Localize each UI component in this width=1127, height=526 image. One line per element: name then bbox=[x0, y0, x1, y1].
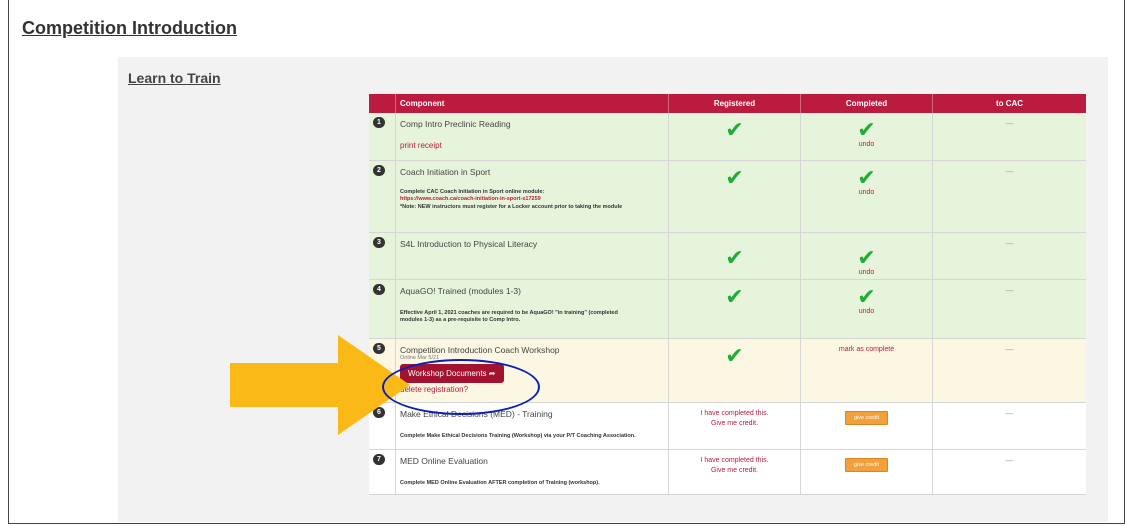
checkmark-icon: ✔ bbox=[725, 283, 744, 309]
table-row: 1 Comp Intro Preclinic Reading print rec… bbox=[369, 113, 1086, 161]
table-row: 4 AquaGO! Trained (modules 1-3) Effectiv… bbox=[369, 279, 1086, 339]
checkmark-icon: ✔ bbox=[725, 164, 744, 190]
note-url-link[interactable]: https://www.coach.ca/coach-initiation-in… bbox=[400, 196, 668, 204]
request-credit-link[interactable]: I have completed this. Give me credit. bbox=[669, 409, 800, 429]
component-title: Coach Initiation in Sport bbox=[400, 166, 491, 177]
mark-as-complete-link[interactable]: mark as complete bbox=[801, 345, 932, 355]
request-credit-line: I have completed this. bbox=[700, 409, 769, 417]
checkmark-icon: ✔ bbox=[725, 117, 744, 142]
table-row: 7 MED Online Evaluation Complete MED Onl… bbox=[369, 449, 1086, 495]
checkmark-icon: ✔ bbox=[857, 164, 876, 190]
undo-link[interactable]: undo bbox=[801, 141, 932, 148]
component-note: Effective April 1, 2021 coaches are requ… bbox=[400, 310, 668, 326]
to-cac-value: — bbox=[1005, 119, 1014, 128]
undo-link[interactable]: undo bbox=[801, 308, 932, 315]
components-table: Component Registered Completed to CAC 1 … bbox=[369, 94, 1086, 495]
header-component: Component bbox=[395, 94, 669, 113]
table-row: 3 S4L Introduction to Physical Literacy … bbox=[369, 232, 1086, 280]
to-cac-value: — bbox=[1005, 455, 1014, 465]
table-row: 2 Coach Initiation in Sport Complete CAC… bbox=[369, 160, 1086, 233]
request-credit-link[interactable]: I have completed this. Give me credit. bbox=[669, 456, 800, 476]
undo-link[interactable]: undo bbox=[801, 189, 932, 196]
to-cac-value: — bbox=[1005, 408, 1014, 418]
request-credit-line: Give me credit. bbox=[710, 419, 759, 427]
note-line: modules 1-3) as a pre-requisite to Comp … bbox=[400, 317, 521, 324]
page-title: Competition Introduction bbox=[22, 18, 237, 38]
header-registered: Registered bbox=[668, 94, 801, 113]
request-credit-line: I have completed this. bbox=[700, 456, 769, 464]
checkmark-icon: ✔ bbox=[857, 117, 876, 142]
highlight-circle bbox=[382, 359, 540, 415]
component-title: AquaGO! Trained (modules 1-3) bbox=[400, 285, 521, 296]
note-line: *Note: NEW instructors must register for… bbox=[400, 204, 623, 211]
component-note: Complete Make Ethical Decisions Training… bbox=[400, 432, 636, 439]
to-cac-value: — bbox=[1005, 344, 1014, 354]
to-cac-value: — bbox=[1005, 238, 1014, 248]
print-receipt-link[interactable]: print receipt bbox=[400, 141, 668, 150]
component-title: Competition Introduction Coach Workshop bbox=[400, 344, 560, 355]
note-line: Effective April 1, 2021 coaches are requ… bbox=[400, 309, 618, 316]
table-header: Component Registered Completed to CAC bbox=[369, 94, 1086, 113]
undo-link[interactable]: undo bbox=[801, 269, 932, 276]
section-title: Learn to Train bbox=[128, 70, 221, 86]
component-note: Complete MED Online Evaluation AFTER com… bbox=[400, 479, 600, 486]
give-credit-button[interactable]: give credit bbox=[844, 457, 889, 472]
header-to-cac: to CAC bbox=[932, 94, 1086, 113]
header-completed: Completed bbox=[800, 94, 933, 113]
row-number: 1 bbox=[373, 117, 385, 128]
component-title: S4L Introduction to Physical Literacy bbox=[400, 238, 538, 249]
checkmark-icon: ✔ bbox=[725, 342, 744, 368]
component-note: Complete CAC Coach Initiation in Sport o… bbox=[400, 189, 668, 213]
row-number: 3 bbox=[373, 236, 385, 248]
component-title: MED Online Evaluation bbox=[400, 455, 488, 466]
checkmark-icon: ✔ bbox=[857, 283, 876, 309]
row-number: 4 bbox=[373, 283, 385, 295]
note-line: Complete CAC Coach Initiation in Sport o… bbox=[400, 188, 545, 195]
checkmark-icon: ✔ bbox=[725, 244, 744, 270]
header-num bbox=[369, 94, 396, 113]
to-cac-value: — bbox=[1005, 166, 1014, 176]
row-number: 7 bbox=[373, 453, 385, 465]
checkmark-icon: ✔ bbox=[857, 244, 876, 270]
component-title: Comp Intro Preclinic Reading bbox=[400, 119, 511, 129]
give-credit-button[interactable]: give credit bbox=[844, 410, 889, 425]
request-credit-line: Give me credit. bbox=[710, 466, 759, 474]
to-cac-value: — bbox=[1005, 285, 1014, 295]
row-number: 2 bbox=[373, 164, 385, 176]
